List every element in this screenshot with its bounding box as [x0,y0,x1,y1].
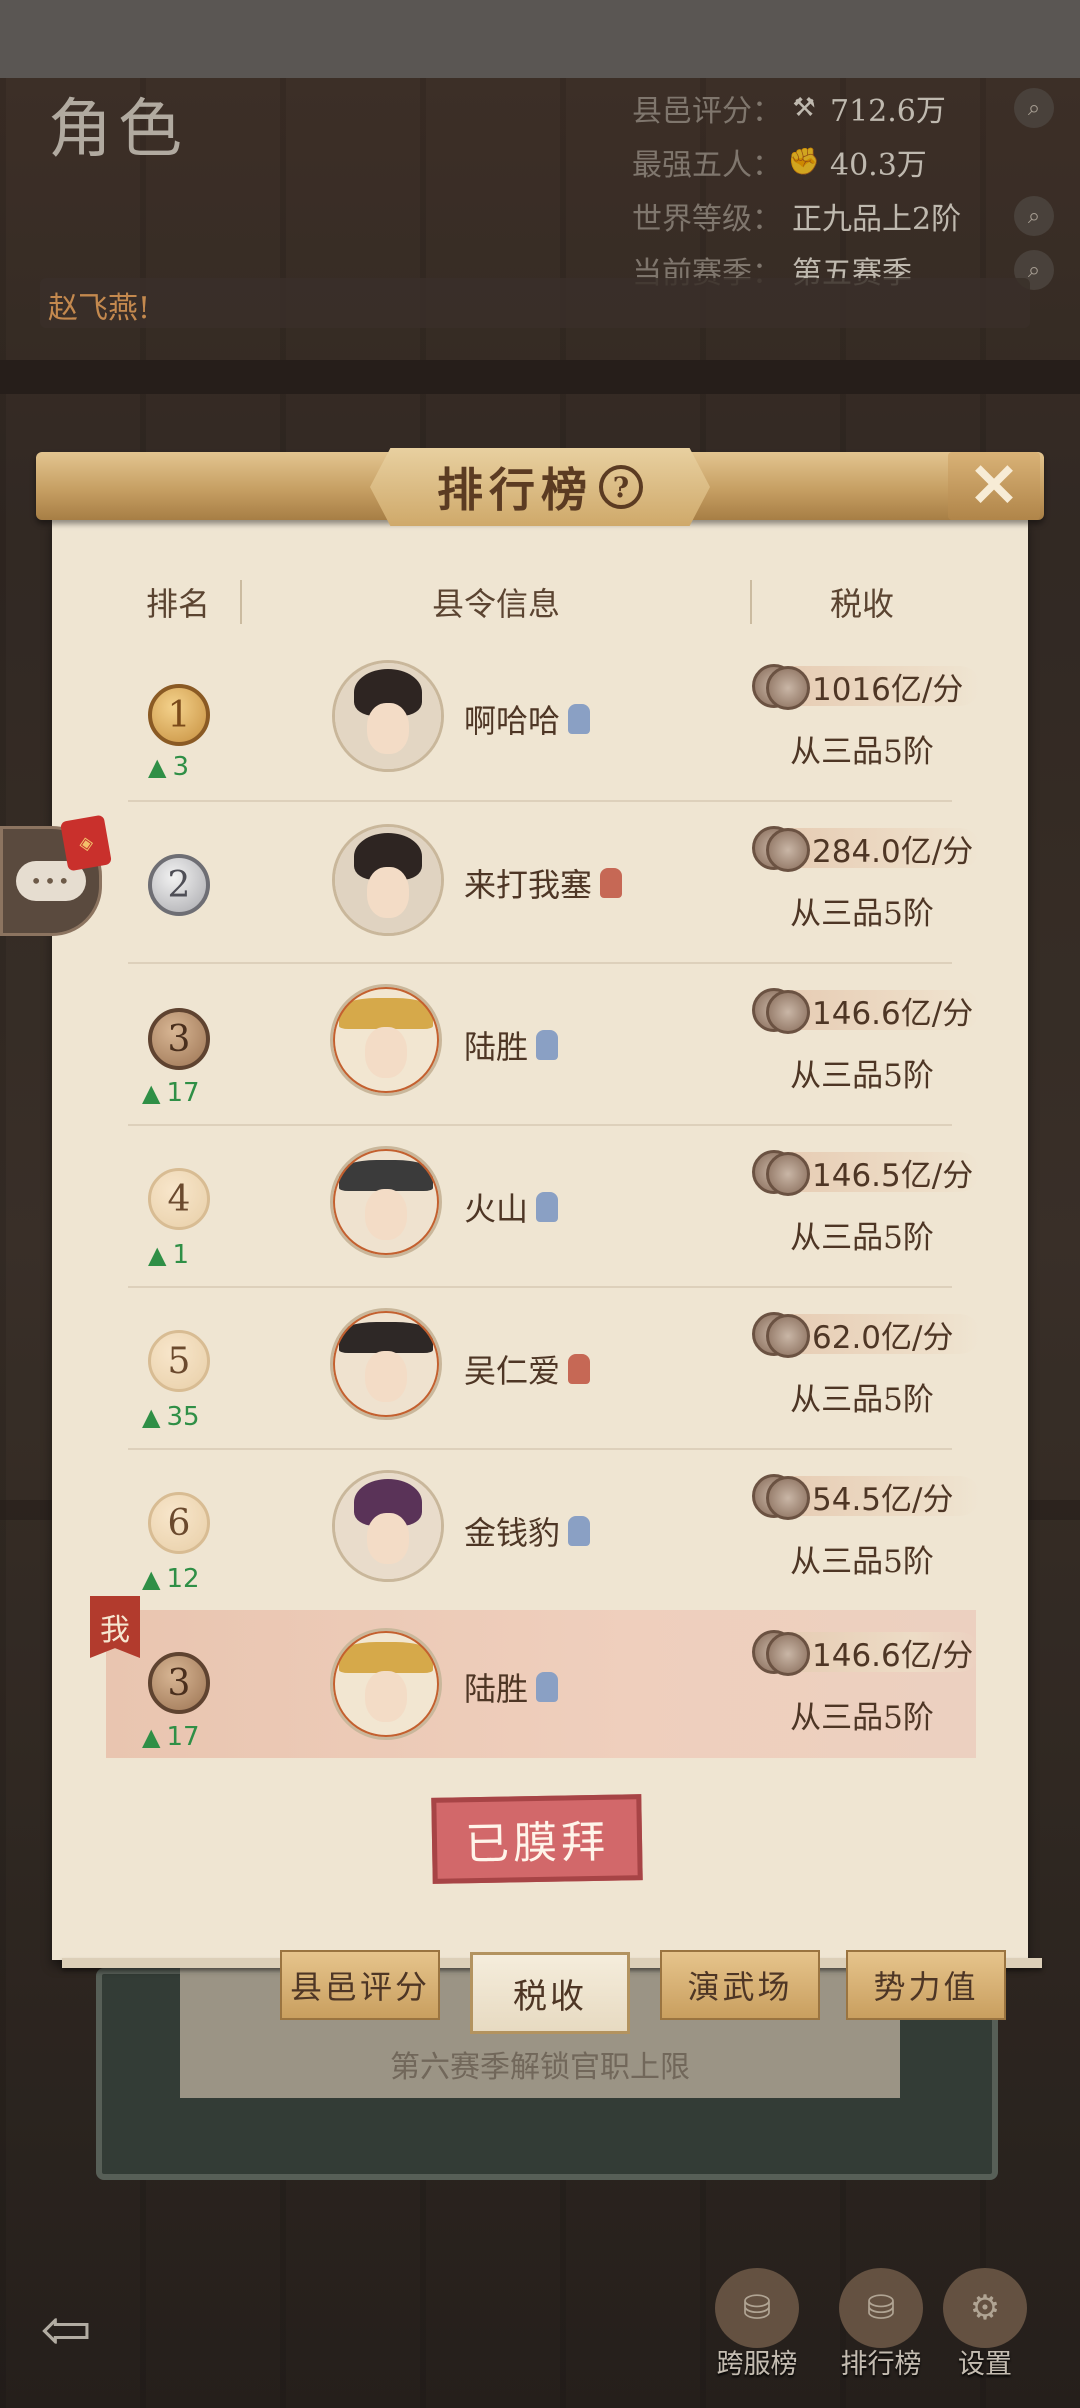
close-icon: ✕ [968,451,1020,521]
tab-tax[interactable]: 税收 [470,1952,630,2034]
rank-badge: 4 [148,1168,210,1230]
male-icon [568,1516,591,1546]
rank-change-value: 12 [166,1564,200,1594]
official-grade: 从三品5阶 [790,1058,934,1094]
modal-title: 排行榜 [437,463,593,517]
avatar[interactable] [330,1146,442,1258]
player-name-text: 来打我塞 [464,866,593,904]
player-name-text: 吴仁爱 [464,1352,561,1390]
tax-value: 146.6亿/分 [812,996,974,1032]
player-name[interactable]: 金钱豹 [464,1508,591,1554]
column-header-magistrate-info: 县令信息 [431,585,560,623]
tax-value: 54.5亿/分 [812,1482,954,1518]
player-name[interactable]: 陆胜 [464,1664,559,1710]
modal-title-plate: 排行榜 ? [370,448,710,526]
rank-change: ▲ 17 [142,1722,200,1752]
player-name[interactable]: 陆胜 [464,1022,559,1068]
avatar[interactable] [332,660,444,772]
player-name[interactable]: 来打我塞 [464,860,623,906]
coin-icon [752,984,810,1034]
player-name-text: 火山 [464,1190,529,1228]
coin-icon [752,1626,810,1676]
female-icon [568,1354,591,1384]
avatar[interactable] [330,1308,442,1420]
tax-value: 146.5亿/分 [812,1158,974,1194]
male-icon [536,1030,559,1060]
rank-badge: 5 [148,1330,210,1392]
avatar[interactable] [330,1628,442,1740]
rank-change: ▲ 3 [148,752,189,782]
coin-icon [752,1470,810,1520]
male-icon [536,1672,559,1702]
official-grade: 从三品5阶 [790,734,934,770]
red-packet-icon[interactable]: ◈ [59,814,113,872]
player-name-text: 陆胜 [464,1028,529,1066]
rank-change-value: 17 [166,1078,200,1108]
rank-change: ▲ 17 [142,1078,200,1108]
rank-change-value: 17 [166,1722,200,1752]
column-header-tax: 税收 [829,585,894,623]
rank-badge: 2 [148,854,210,916]
avatar[interactable] [332,824,444,936]
coin-icon [752,1146,810,1196]
arrow-up-icon: ▲ [142,1079,161,1107]
arrow-up-icon: ▲ [148,1241,167,1269]
tax-value: 284.0亿/分 [812,834,974,870]
rank-change-value: 3 [172,752,190,782]
worship-button[interactable]: 已膜拜 [431,1794,643,1884]
coin-icon [752,660,810,710]
rank-change-value: 35 [166,1402,200,1432]
tab-martial-arena[interactable]: 演武场 [660,1950,820,2020]
official-grade: 从三品5阶 [790,1700,934,1736]
tax-value: 62.0亿/分 [812,1320,954,1356]
official-grade: 从三品5阶 [790,896,934,932]
rank-change: ▲ 12 [142,1564,200,1594]
rank-badge: 3 [148,1008,210,1070]
close-button[interactable]: ✕ [948,451,1040,521]
male-icon [568,704,591,734]
player-name-text: 金钱豹 [464,1514,561,1552]
coin-icon [752,822,810,872]
rank-badge: 1 [148,684,210,746]
tab-power-value[interactable]: 势力值 [846,1950,1006,2020]
arrow-up-icon: ▲ [142,1403,161,1431]
player-name-text: 陆胜 [464,1670,529,1708]
tax-value: 1016亿/分 [812,672,964,708]
avatar[interactable] [332,1470,444,1582]
official-grade: 从三品5阶 [790,1544,934,1580]
rank-change: ▲ 35 [142,1402,200,1432]
arrow-up-icon: ▲ [142,1565,161,1593]
rank-badge: 3 [148,1652,210,1714]
female-icon [600,868,623,898]
coin-icon [752,1308,810,1358]
tax-value: 146.6亿/分 [812,1638,974,1674]
player-name[interactable]: 火山 [464,1184,559,1230]
male-icon [536,1192,559,1222]
tab-county-score[interactable]: 县邑评分 [280,1950,440,2020]
official-grade: 从三品5阶 [790,1220,934,1256]
player-name-text: 啊哈哈 [464,702,561,740]
rank-badge: 6 [148,1492,210,1554]
player-name[interactable]: 啊哈哈 [464,696,591,742]
avatar[interactable] [330,984,442,1096]
help-icon[interactable]: ? [599,465,643,509]
arrow-up-icon: ▲ [148,753,167,781]
official-grade: 从三品5阶 [790,1382,934,1418]
column-header-rank: 排名 [145,585,210,623]
arrow-up-icon: ▲ [142,1723,161,1751]
rank-change: ▲ 1 [148,1240,189,1270]
player-name[interactable]: 吴仁爱 [464,1346,591,1392]
rank-change-value: 1 [172,1240,190,1270]
